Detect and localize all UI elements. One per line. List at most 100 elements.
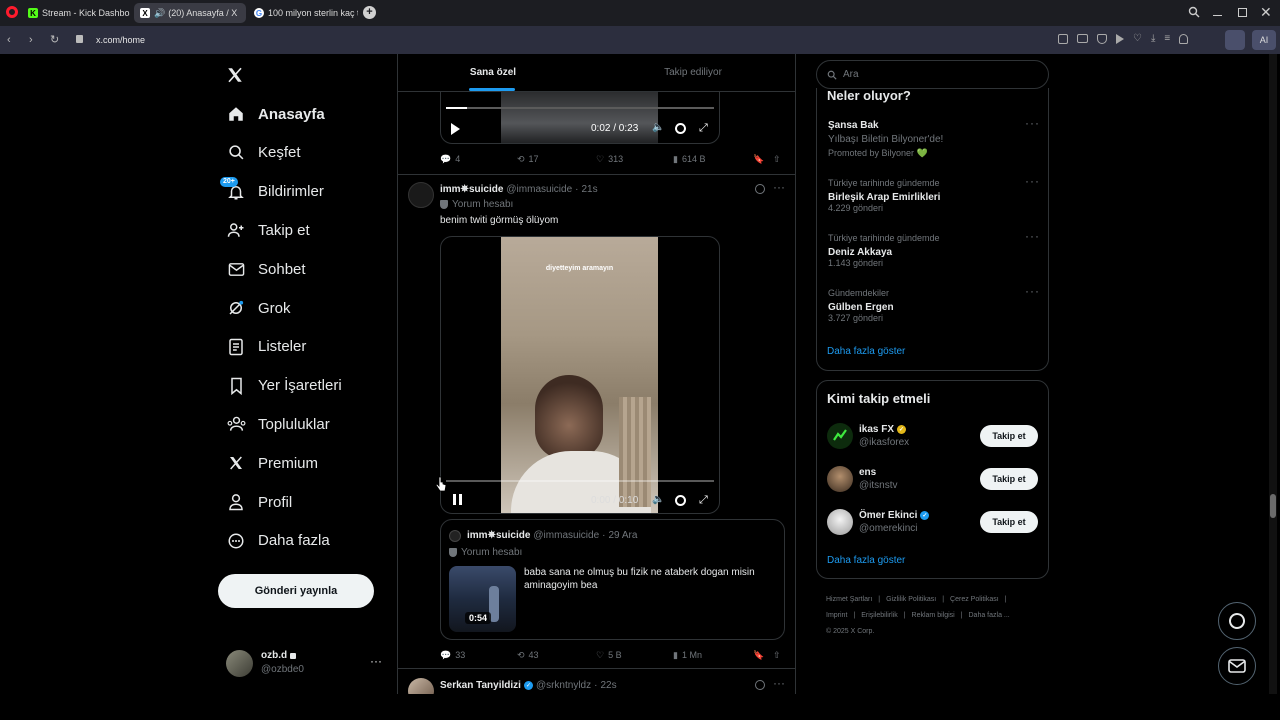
suggestion-item[interactable]: Ömer Ekinci ✓ @omerekinci [827,507,930,537]
footer-link[interactable]: Daha fazla ... [969,612,1010,619]
video-progress-track[interactable] [446,480,714,482]
grok-icon[interactable] [755,184,765,194]
minimize-button[interactable] [1213,15,1222,16]
grok-icon[interactable] [755,680,765,690]
menu-icon[interactable]: ≡ [1164,34,1170,44]
video-player[interactable]: diyetteyim aramayın 0:00 / 0:10 🔈 ⤢ [440,236,720,514]
shield-icon[interactable] [1097,34,1107,44]
author-name[interactable]: imm✵suicide [440,184,503,195]
ai-button[interactable]: AI [1252,30,1276,50]
post-time[interactable]: 22s [600,680,616,691]
sidebar-item-anasayfa[interactable]: Anasayfa [226,99,325,129]
like-button[interactable]: ♡ 5 B [596,650,622,661]
author-handle[interactable]: @srkntnyldz [536,680,591,691]
account-switcher[interactable]: ozb.d @ozbde0 ··· [226,648,386,678]
footer-link[interactable]: Gizlilik Politikası [886,596,936,603]
tab-for-you[interactable]: Sana özel [398,54,588,91]
sidebar-item-topluluklar[interactable]: Topluluklar [226,409,330,439]
more-icon[interactable]: ··· [773,180,785,194]
trend-item[interactable]: Türkiye tarihinde gündemde Deniz Akkaya … [828,233,1038,268]
suggestion-item[interactable]: ikas FX ✓ @ikasforex [827,421,909,451]
play-icon[interactable] [451,123,460,135]
account-icon[interactable] [1179,34,1189,44]
edit-icon[interactable] [1058,34,1068,44]
promoted-trend[interactable]: Şansa Bak Yılbaşı Biletin Bilyoner'de! P… [828,120,1038,159]
back-icon[interactable]: ‹ [7,34,11,46]
share-icon[interactable]: ⇧ [773,154,781,165]
more-icon[interactable]: ··· [1025,284,1040,298]
page-scrollbar[interactable] [1269,54,1277,694]
settings-icon[interactable] [675,123,686,134]
reply-button[interactable]: 💬 33 [440,650,465,661]
volume-icon[interactable]: 🔈 [652,494,664,505]
forward-icon[interactable]: › [29,34,33,46]
camera-icon[interactable] [1077,34,1088,43]
search-box[interactable]: Ara [816,60,1049,89]
follow-button[interactable]: Takip et [980,425,1038,447]
sidebar-item-premium[interactable]: Premium [226,448,318,478]
more-icon[interactable]: ··· [370,654,382,668]
maximize-button[interactable] [1238,8,1247,17]
author-name[interactable]: Serkan Tanyildizi [440,680,521,691]
more-icon[interactable]: ··· [1025,229,1040,243]
video-progress-track[interactable] [446,107,714,109]
reload-icon[interactable]: ↻ [50,33,59,46]
sidebar-item-bildirimler[interactable]: 20+ Bildirimler [220,176,324,207]
views-button[interactable]: ▮ 1 Mn [673,650,702,661]
opera-icon[interactable] [6,6,18,18]
post-time[interactable]: 21s [581,184,597,195]
follow-button[interactable]: Takip et [980,468,1038,490]
heart-icon[interactable]: ♡ [1133,34,1142,44]
fullscreen-icon[interactable]: ⤢ [699,122,708,135]
repost-button[interactable]: ⟲ 17 [517,154,539,165]
more-icon[interactable]: ··· [1025,174,1040,188]
sidebar-item-takip-et[interactable]: Takip et [226,215,310,245]
tab-x-home[interactable]: X 🔊 (20) Anasayfa / X [134,3,246,23]
trend-item[interactable]: Türkiye tarihinde gündemde Birleşik Arap… [828,178,1038,213]
sidebar-item-sohbet[interactable]: Sohbet [226,254,306,284]
search-tabs-icon[interactable] [1188,6,1200,18]
extension-icon[interactable] [1225,30,1245,50]
author-handle[interactable]: @immasuicide [506,184,572,195]
views-button[interactable]: ▮ 614 B [673,154,705,165]
suggestion-item[interactable]: ens @itsnstv [827,464,898,494]
post-button[interactable]: Gönderi yayınla [218,574,374,608]
pause-icon[interactable] [453,494,462,505]
play-icon[interactable] [1116,34,1124,44]
trend-item[interactable]: Gündemdekiler Gülben Ergen 3.727 gönderi [828,288,1038,323]
post-avatar[interactable] [408,182,434,208]
tab-kick[interactable]: K Stream - Kick Dashboard [22,3,130,23]
messages-floating-button[interactable] [1218,647,1256,685]
footer-link[interactable]: Erişilebilirlik [861,612,898,619]
repost-button[interactable]: ⟲ 43 [517,650,539,661]
sidebar-item-grok[interactable]: Grok [226,293,291,323]
more-icon[interactable]: ··· [773,676,785,690]
footer-link[interactable]: Hizmet Şartları [826,596,872,603]
sidebar-item-listeler[interactable]: Listeler [226,332,306,362]
new-tab-button[interactable]: + [363,6,376,19]
grok-floating-button[interactable] [1218,602,1256,640]
sidebar-item-keşfet[interactable]: Keşfet [226,138,301,168]
bookmark-icon[interactable]: 🔖 [753,650,764,661]
more-icon[interactable]: ··· [1025,116,1040,130]
quoted-post[interactable]: imm✵suicide @immasuicide · 29 Ara Yorum … [440,519,785,640]
sidebar-item-yer-i-şaretleri[interactable]: Yer İşaretleri [226,371,342,401]
trends-show-more-link[interactable]: Daha fazla göster [827,346,905,357]
share-icon[interactable]: ⇧ [773,650,781,661]
scrollbar-thumb[interactable] [1270,494,1276,518]
bookmark-icon[interactable]: 🔖 [753,154,764,165]
footer-link[interactable]: Çerez Politikası [950,596,999,603]
follow-button[interactable]: Takip et [980,511,1038,533]
video-player[interactable]: 0:02 / 0:23 🔈 ⤢ [440,92,720,144]
who-show-more-link[interactable]: Daha fazla göster [827,555,905,566]
url-field[interactable]: x.com/home [70,30,1220,50]
sidebar-item-daha-fazla[interactable]: Daha fazla [226,526,330,556]
reply-button[interactable]: 💬 4 [440,154,460,165]
close-button[interactable]: ✕ [1260,4,1272,21]
fullscreen-icon[interactable]: ⤢ [699,494,708,507]
x-logo-icon[interactable] [226,66,244,84]
sidebar-item-profil[interactable]: Profil [226,487,292,517]
footer-link[interactable]: Imprint [826,612,847,619]
tab-following[interactable]: Takip ediliyor [598,54,788,91]
like-button[interactable]: ♡ 313 [596,154,623,165]
